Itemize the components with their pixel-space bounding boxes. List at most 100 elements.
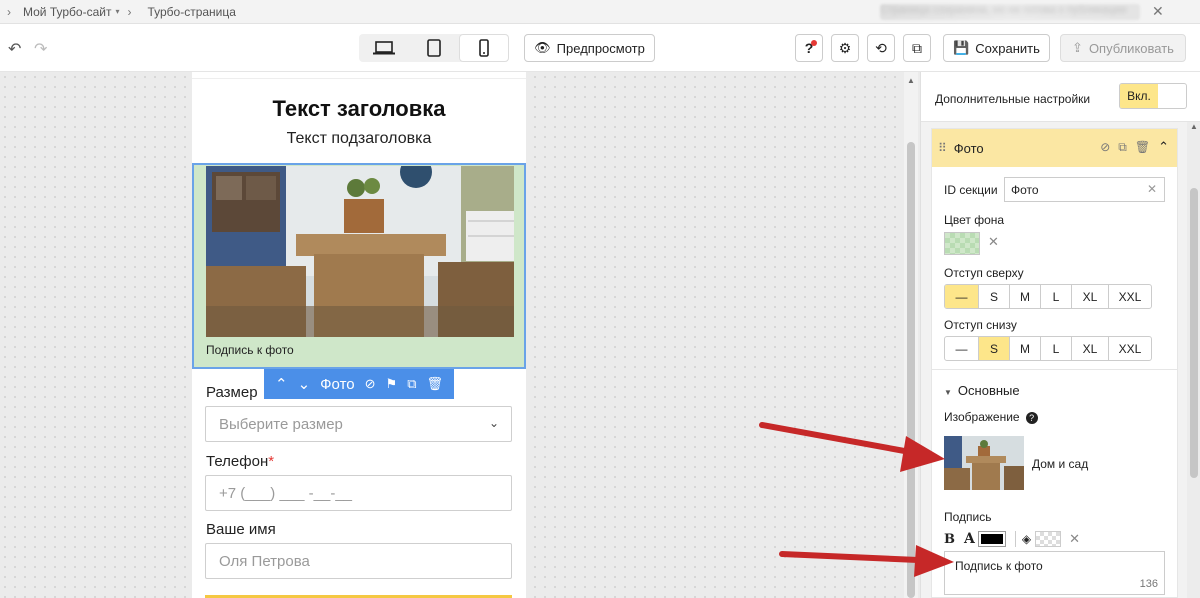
bookmark-icon[interactable]: ⚑: [386, 376, 398, 392]
copy-icon: ⧉: [912, 39, 922, 56]
phone-input[interactable]: +7 (___) ___ -__-__: [205, 475, 512, 511]
image-thumbnail[interactable]: [944, 436, 1024, 490]
section-id-label: ID секции: [944, 183, 998, 197]
collapse-icon[interactable]: ⌃: [1158, 139, 1169, 155]
settings-panel: Дополнительные настройки Вкл. ▲ ⠿ Фото ⊘…: [920, 72, 1200, 598]
section-id-value: Фото: [1011, 182, 1039, 197]
chevron-down-icon: ⌄: [488, 416, 499, 430]
hide-icon[interactable]: ⊘: [1100, 140, 1110, 154]
copy-button[interactable]: ⧉: [903, 34, 931, 62]
history-icon: ⟲: [875, 39, 887, 56]
preview-button[interactable]: 👁 Предпросмотр: [524, 34, 655, 62]
hide-icon[interactable]: ⊘: [365, 376, 376, 392]
padding-bottom-selector: — S M L XL XXL: [944, 336, 1152, 361]
desktop-view-button[interactable]: [359, 34, 409, 62]
padding-top-s[interactable]: S: [979, 285, 1010, 308]
image-name: Дом и сад: [1032, 457, 1089, 471]
photo-section-card: ⠿ Фото ⊘ ⧉ 🗑 ⌃ ID секции Фото ✕ Цвет фон…: [931, 128, 1178, 598]
breadcrumb-site[interactable]: Мой Турбо-сайт: [23, 5, 111, 19]
tablet-icon: [427, 39, 441, 57]
duplicate-icon[interactable]: ⧉: [407, 376, 416, 392]
bg-color-swatch[interactable]: [944, 232, 980, 255]
trash-icon[interactable]: 🗑: [1135, 140, 1150, 154]
publish-icon: ⇪: [1072, 40, 1083, 55]
padding-top-selector: — S M L XL XXL: [944, 284, 1152, 309]
clear-icon[interactable]: ✕: [1147, 182, 1157, 196]
scroll-thumb[interactable]: [907, 142, 915, 598]
section-type-label: Фото: [320, 375, 355, 393]
padding-top-m[interactable]: M: [1010, 285, 1041, 308]
save-button[interactable]: 💾 Сохранить: [943, 34, 1050, 62]
name-input-placeholder: Оля Петрова: [219, 552, 310, 570]
section-id-input[interactable]: Фото ✕: [1004, 177, 1165, 202]
field-label-name: Ваше имя: [206, 521, 276, 538]
breadcrumb: › Мой Турбо-сайт ▾ › Турбо-страница: [0, 5, 236, 19]
close-icon[interactable]: ✕: [1152, 3, 1164, 20]
save-label: Сохранить: [975, 40, 1040, 56]
fill-color-swatch[interactable]: [1035, 531, 1062, 547]
panel-header: Дополнительные настройки Вкл.: [921, 72, 1200, 122]
duplicate-icon[interactable]: ⧉: [1118, 140, 1127, 155]
padding-top-none[interactable]: —: [945, 285, 979, 308]
size-select[interactable]: Выберите размер ⌄: [205, 406, 512, 442]
canvas-scrollbar[interactable]: ▲: [904, 72, 918, 598]
padding-top-xxl[interactable]: XXL: [1109, 285, 1151, 308]
move-up-icon[interactable]: ⌃: [275, 375, 288, 393]
extra-settings-label: Дополнительные настройки: [935, 92, 1091, 106]
padding-top-xl[interactable]: XL: [1072, 285, 1109, 308]
history-button[interactable]: ⟲: [867, 34, 895, 62]
scroll-up-icon[interactable]: ▲: [907, 76, 915, 85]
image-label: Изображение?: [944, 410, 1038, 424]
padding-bottom-xl[interactable]: XL: [1072, 337, 1109, 360]
settings-button[interactable]: ⚙: [831, 34, 859, 62]
section-card-header[interactable]: ⠿ Фото ⊘ ⧉ 🗑 ⌃: [932, 129, 1177, 167]
redo-icon[interactable]: ↷: [34, 39, 47, 59]
page-header-block[interactable]: Текст заголовка Текст подзаголовка: [192, 72, 526, 163]
help-button[interactable]: ?: [795, 34, 823, 62]
caret-down-icon[interactable]: ▾: [115, 7, 119, 16]
padding-bottom-m[interactable]: M: [1010, 337, 1041, 360]
extra-settings-toggle[interactable]: Вкл.: [1119, 83, 1187, 109]
panel-scroll-thumb[interactable]: [1190, 188, 1198, 478]
field-label-phone: Телефон*: [206, 453, 275, 470]
padding-bottom-s[interactable]: S: [979, 337, 1010, 360]
floppy-icon: 💾: [953, 40, 970, 55]
undo-icon[interactable]: ↶: [8, 39, 21, 59]
caption-textarea[interactable]: Подпись к фото 136: [944, 551, 1165, 595]
toolbar-separator: [1014, 531, 1016, 547]
chevron-right-icon: ›: [127, 4, 132, 19]
caption-text: Подпись к фото: [955, 559, 1043, 573]
laptop-icon: [373, 41, 395, 55]
text-color-icon[interactable]: A: [964, 531, 975, 547]
help-icon[interactable]: ?: [1025, 411, 1038, 424]
fill-color-icon[interactable]: ◈: [1022, 532, 1031, 546]
notification-dot: [811, 40, 817, 46]
padding-bottom-l[interactable]: L: [1041, 337, 1072, 360]
gear-icon: ⚙: [838, 39, 852, 56]
text-color-swatch[interactable]: [977, 531, 1006, 547]
panel-scrollbar[interactable]: ▲: [1187, 122, 1200, 598]
mobile-view-button[interactable]: [459, 34, 509, 62]
padding-top-l[interactable]: L: [1041, 285, 1072, 308]
editor-toolbar: ↶ ↷ 👁 Предпросмотр ? ⚙ ⟲ ⧉ 💾 Сохранить ⇪…: [0, 24, 1200, 72]
breadcrumb-page[interactable]: Турбо-страница: [147, 5, 235, 19]
name-input[interactable]: Оля Петрова: [205, 543, 512, 579]
caption-label: Подпись: [944, 510, 992, 524]
scroll-up-icon[interactable]: ▲: [1190, 122, 1198, 131]
clear-fill-icon[interactable]: ✕: [1069, 531, 1080, 547]
bold-icon[interactable]: B: [944, 532, 955, 547]
trash-icon[interactable]: 🗑: [426, 376, 443, 392]
drag-handle-icon[interactable]: ⠿: [938, 141, 947, 155]
top-bar: › Мой Турбо-сайт ▾ › Турбо-страница Стра…: [0, 0, 1200, 24]
main-group-toggle[interactable]: ▼ Основные: [944, 383, 1020, 398]
clear-color-icon[interactable]: ✕: [988, 234, 999, 250]
publish-button[interactable]: ⇪ Опубликовать: [1060, 34, 1186, 62]
tablet-view-button[interactable]: [409, 34, 459, 62]
move-down-icon[interactable]: ⌄: [298, 375, 311, 393]
padding-bottom-label: Отступ снизу: [944, 318, 1017, 332]
photo-section[interactable]: Подпись к фото: [192, 163, 526, 369]
padding-bottom-xxl[interactable]: XXL: [1109, 337, 1151, 360]
section-card-title: Фото: [953, 140, 984, 156]
preview-label: Предпросмотр: [556, 40, 645, 56]
padding-bottom-none[interactable]: —: [945, 337, 979, 360]
